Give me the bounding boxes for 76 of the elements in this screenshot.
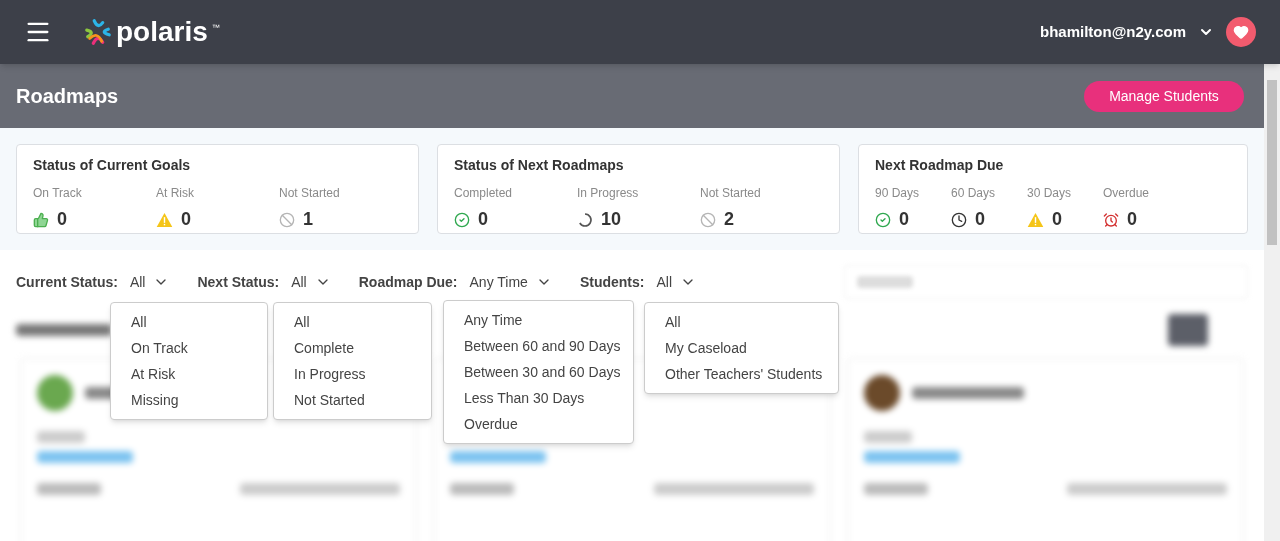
- slashed-circle-icon: [700, 211, 716, 228]
- stat-value: 0: [1127, 208, 1137, 231]
- blurred-text: [863, 483, 928, 495]
- trademark: ™: [211, 22, 220, 34]
- check-circle-icon: [875, 211, 891, 228]
- blurred-text: [450, 483, 515, 495]
- dropdown-option[interactable]: In Progress: [274, 361, 431, 387]
- dropdown-option[interactable]: Between 60 and 90 Days: [444, 333, 633, 359]
- stat-value: 10: [601, 208, 622, 231]
- alarm-clock-icon: [1103, 211, 1119, 228]
- stat-label: On Track: [33, 185, 83, 202]
- stat-label: Completed: [454, 185, 514, 202]
- dropdown-option[interactable]: Overdue: [444, 411, 633, 437]
- stat-label: At Risk: [156, 185, 195, 202]
- stat-value: 0: [1052, 208, 1062, 231]
- progress-icon: [577, 211, 593, 228]
- stat-label: Not Started: [700, 185, 762, 202]
- blurred-text: [37, 483, 101, 495]
- scrollbar[interactable]: [1264, 64, 1280, 541]
- stat-value: 0: [478, 208, 488, 231]
- dropdown-option[interactable]: All: [111, 309, 267, 335]
- card-title: Next Roadmap Due: [875, 156, 1005, 175]
- dropdown-option[interactable]: Between 30 and 60 Days: [444, 359, 633, 385]
- stat-label: Not Started: [279, 185, 341, 202]
- dropdown-option[interactable]: Complete: [274, 335, 431, 361]
- view-toggle[interactable]: [1168, 314, 1208, 346]
- stat-label: 60 Days: [951, 185, 997, 202]
- dropdown-option[interactable]: All: [645, 309, 838, 335]
- user-email[interactable]: bhamilton@n2y.com: [1039, 20, 1186, 44]
- blurred-text: [857, 276, 913, 288]
- dropdown-option[interactable]: Less Than 30 Days: [444, 385, 633, 411]
- slashed-circle-icon: [279, 211, 295, 228]
- filter-label: Roadmap Due:: [358, 272, 458, 292]
- stat-label: Overdue: [1103, 185, 1151, 202]
- filter-dropdown[interactable]: All: [291, 271, 331, 293]
- page-title: Roadmaps: [16, 84, 119, 109]
- brand-name: polaris: [116, 18, 208, 46]
- blurred-text: [37, 431, 85, 443]
- filter-dropdown[interactable]: All: [129, 271, 170, 293]
- heart-icon: [1233, 24, 1249, 40]
- dropdown-option[interactable]: Other Teachers' Students: [645, 361, 838, 387]
- dropdown-option[interactable]: My Caseload: [645, 335, 838, 361]
- dropdown-option[interactable]: Not Started: [274, 387, 431, 413]
- filter-label: Next Status:: [197, 272, 280, 292]
- filter-label: Current Status:: [16, 272, 118, 292]
- dropdown-option[interactable]: At Risk: [111, 361, 267, 387]
- logo-icon: [84, 18, 112, 46]
- avatar: [863, 375, 900, 411]
- search-field[interactable]: [844, 265, 1248, 299]
- stat-value: 0: [181, 208, 191, 231]
- stat-value: 1: [303, 208, 313, 231]
- avatar: [37, 375, 73, 411]
- dropdown-option[interactable]: All: [274, 309, 431, 335]
- thumbs-up-icon: [33, 211, 49, 228]
- manage-students-button[interactable]: Manage Students: [1084, 80, 1244, 112]
- stat-label: 30 Days: [1027, 185, 1073, 202]
- stat-label: 90 Days: [875, 185, 921, 202]
- heart-avatar[interactable]: [1226, 17, 1256, 47]
- warning-icon: [156, 211, 173, 228]
- dropdown-option[interactable]: Missing: [111, 387, 267, 413]
- blurred-text: [863, 431, 912, 443]
- filter-dropdown[interactable]: Any Time: [469, 271, 552, 293]
- stat-value: 0: [899, 208, 909, 231]
- check-circle-icon: [454, 211, 470, 228]
- stat-value: 0: [975, 208, 985, 231]
- clock-icon: [951, 211, 967, 228]
- dropdown-option[interactable]: On Track: [111, 335, 267, 361]
- stat-value: 0: [57, 208, 67, 231]
- filter-label: Students:: [579, 272, 645, 292]
- warning-icon: [1027, 211, 1044, 228]
- filter-dropdown[interactable]: All: [656, 271, 696, 293]
- card-title: Status of Next Roadmaps: [454, 156, 625, 175]
- dropdown-option[interactable]: Any Time: [444, 307, 633, 333]
- card-title: Status of Current Goals: [33, 156, 192, 175]
- stat-label: In Progress: [577, 185, 640, 202]
- stat-value: 2: [724, 208, 734, 231]
